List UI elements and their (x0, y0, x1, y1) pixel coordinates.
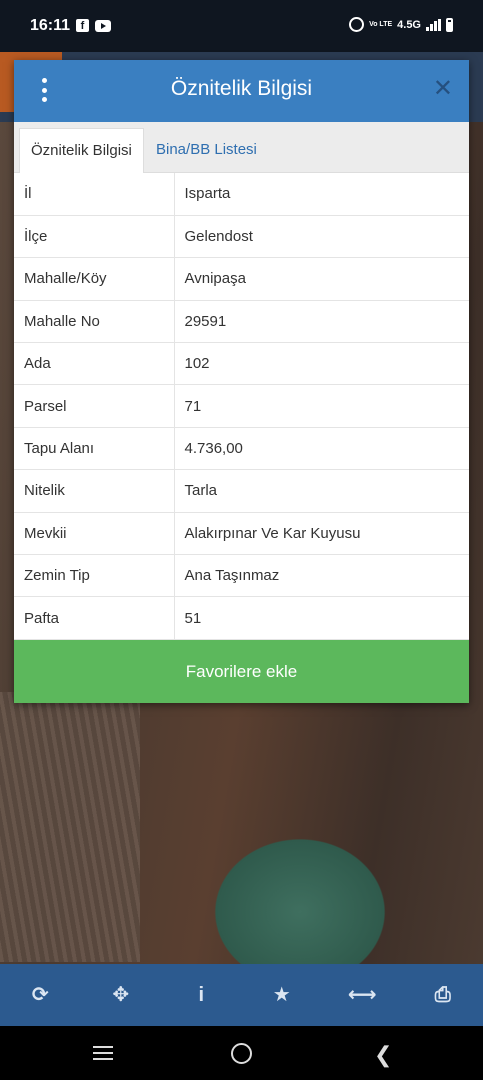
tab-building-list[interactable]: Bina/BB Listesi (145, 128, 268, 172)
dialog-title: Öznitelik Bilgisi (170, 77, 313, 100)
battery-icon (446, 17, 453, 32)
attribute-value: 71 (174, 384, 469, 428)
attribute-value: Isparta (174, 173, 469, 216)
table-row: Tapu Alanı 4.736,00 (14, 427, 469, 471)
table-row: Pafta 51 (14, 596, 469, 640)
attribute-key: Parsel (14, 384, 175, 428)
status-bar: 16:11 f Vo LTE 4.5G (0, 0, 483, 52)
dialog-tabs: Öznitelik Bilgisi Bina/BB Listesi (14, 122, 469, 173)
attribute-value: 51 (174, 596, 469, 640)
table-row: Ada 102 (14, 342, 469, 386)
locate-icon[interactable]: ✥ (101, 975, 141, 1015)
attribute-key: Pafta (14, 596, 175, 640)
attribute-value: Gelendost (174, 215, 469, 259)
recent-apps-icon[interactable] (93, 1046, 113, 1060)
table-row: Parsel 71 (14, 384, 469, 428)
dialog-header: Öznitelik Bilgisi ✕ (14, 60, 469, 122)
star-icon[interactable]: ★ (262, 975, 302, 1015)
close-icon[interactable]: ✕ (433, 74, 453, 103)
attribute-key: Mevkii (14, 512, 175, 556)
volte-icon: Vo LTE (369, 21, 393, 28)
attribute-key: Nitelik (14, 469, 175, 513)
attribute-value: 4.736,00 (174, 427, 469, 471)
attribute-key: İl (14, 173, 175, 216)
clock: 16:11 (30, 17, 71, 34)
table-row: İl Isparta (14, 173, 469, 216)
home-icon[interactable] (231, 1043, 252, 1064)
signal-icon (426, 18, 441, 31)
bottom-toolbar: ⟳ ✥ i ★ ⟷ ⎙ (0, 964, 483, 1026)
table-row: Mahalle No 29591 (14, 300, 469, 344)
print-icon[interactable]: ⎙ (423, 975, 463, 1015)
attribute-value: 29591 (174, 300, 469, 344)
table-row: Mevkii Alakırpınar Ve Kar Kuyusu (14, 512, 469, 556)
measure-icon[interactable]: ⟷ (342, 975, 382, 1015)
facebook-icon: f (76, 19, 89, 32)
attribute-key: Mahalle/Köy (14, 257, 175, 301)
system-nav-bar: ❮ (0, 1026, 483, 1080)
map-field-texture (0, 692, 140, 962)
attribute-info-dialog: Öznitelik Bilgisi ✕ Öznitelik Bilgisi Bi… (14, 60, 469, 703)
attribute-key: Zemin Tip (14, 554, 175, 598)
alarm-icon (349, 17, 365, 32)
back-icon[interactable]: ❮ (374, 1042, 392, 1068)
attribute-value: Avnipaşa (174, 257, 469, 301)
attribute-key: Ada (14, 342, 175, 386)
attribute-value: Ana Taşınmaz (174, 554, 469, 598)
youtube-icon (95, 20, 111, 32)
attribute-key: İlçe (14, 215, 175, 259)
attribute-value: 102 (174, 342, 469, 386)
network-type: 4.5G (397, 18, 421, 31)
attribute-value: Tarla (174, 469, 469, 513)
info-icon[interactable]: i (181, 975, 221, 1015)
attribute-key: Mahalle No (14, 300, 175, 344)
table-row: Mahalle/Köy Avnipaşa (14, 257, 469, 301)
table-row: Zemin Tip Ana Taşınmaz (14, 554, 469, 598)
table-row: Nitelik Tarla (14, 469, 469, 513)
attribute-table: İl Isparta İlçe Gelendost Mahalle/Köy Avnipaş… (14, 173, 469, 640)
tab-attribute-info[interactable]: Öznitelik Bilgisi (19, 128, 144, 173)
attribute-value: Alakırpınar Ve Kar Kuyusu (174, 512, 469, 556)
add-favorite-button[interactable]: Favorilere ekle (14, 640, 469, 703)
refresh-icon[interactable]: ⟳ (20, 975, 60, 1015)
table-row: İlçe Gelendost (14, 215, 469, 259)
attribute-key: Tapu Alanı (14, 427, 175, 471)
